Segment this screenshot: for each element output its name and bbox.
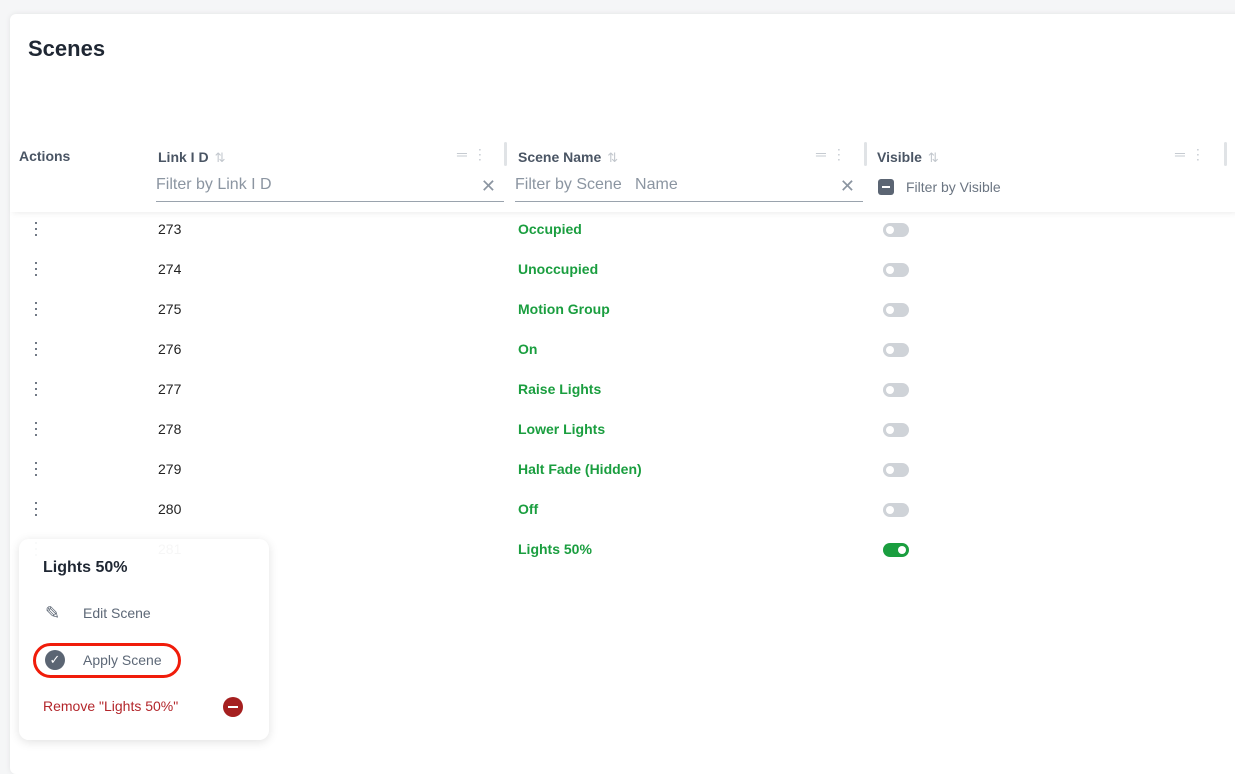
scene-name-link[interactable]: Occupied (518, 221, 582, 237)
column-header-visible[interactable]: Visible ⇅ (877, 149, 939, 166)
table-row: · · · 275 Motion Group (10, 291, 1235, 331)
column-label: Link I D (158, 149, 209, 165)
scene-name-link[interactable]: Off (518, 501, 538, 517)
scene-name-link[interactable]: Halt Fade (Hidden) (518, 461, 642, 477)
link-id-cell: 277 (158, 381, 182, 397)
link-id-cell: 273 (158, 221, 182, 237)
link-id-cell: 274 (158, 261, 182, 277)
visible-toggle[interactable] (883, 543, 909, 557)
column-label: Scene Name (518, 149, 602, 165)
link-id-cell: 278 (158, 421, 182, 437)
scene-name-filter-input[interactable]: Filter by Scene Name ✕ (515, 176, 863, 202)
table-header: Actions Link I D ⇅ ═⋮ Filter by Link I D ✕… (10, 134, 1235, 212)
menu-item-label: Edit Scene (83, 605, 151, 621)
visible-toggle[interactable] (883, 383, 909, 397)
scene-name-link[interactable]: Unoccupied (518, 261, 598, 277)
scene-name-link[interactable]: Raise Lights (518, 381, 601, 397)
column-menu-icon[interactable]: ═⋮ (816, 146, 852, 163)
table-row: · · · 280 Off (10, 491, 1235, 531)
visible-filter-label: Filter by Visible (906, 179, 1001, 195)
remove-scene-menu-item[interactable]: Remove "Lights 50%" (43, 698, 178, 714)
table-row: · · · 278 Lower Lights (10, 411, 1235, 451)
row-actions-kebab-icon[interactable]: ··· (32, 253, 40, 283)
visible-toggle[interactable] (883, 423, 909, 437)
table-row: · · · 279 Halt Fade (Hidden) (10, 451, 1235, 491)
menu-item-label: Apply Scene (83, 652, 162, 668)
visible-toggle[interactable] (883, 303, 909, 317)
page-title: Scenes (28, 36, 106, 61)
column-resize-handle[interactable] (1224, 142, 1227, 166)
scene-name-link[interactable]: Motion Group (518, 301, 610, 317)
visible-toggle[interactable] (883, 263, 909, 277)
pencil-icon: ✎ (45, 603, 61, 623)
clear-filter-icon[interactable]: ✕ (840, 176, 855, 197)
visible-toggle[interactable] (883, 343, 909, 357)
table-row: · · · 276 On (10, 331, 1235, 371)
check-circle-icon: ✓ (45, 650, 65, 670)
table-row: · · · 273 Occupied (10, 211, 1235, 251)
link-id-cell: 275 (158, 301, 182, 317)
row-actions-menu: Lights 50% ✎ Edit Scene ✓ Apply Scene Re… (19, 539, 269, 740)
clear-filter-icon[interactable]: ✕ (481, 176, 496, 197)
link-id-cell: 279 (158, 461, 182, 477)
sort-icon[interactable]: ⇅ (607, 150, 618, 165)
row-actions-kebab-icon[interactable]: ··· (32, 493, 40, 523)
link-id-cell: 280 (158, 501, 182, 517)
column-label: Visible (877, 149, 922, 165)
sort-icon[interactable]: ⇅ (215, 150, 226, 165)
column-header-actions: Actions (19, 148, 71, 164)
link-id-filter-input[interactable]: Filter by Link I D ✕ (156, 176, 504, 202)
table-row: · · · 277 Raise Lights (10, 371, 1235, 411)
scene-name-link[interactable]: Lower Lights (518, 421, 605, 437)
filter-placeholder: Filter by Scene Name (515, 176, 678, 193)
visible-toggle[interactable] (883, 463, 909, 477)
row-actions-kebab-icon[interactable]: ··· (32, 293, 40, 323)
scene-name-link[interactable]: Lights 50% (518, 541, 592, 557)
visible-filter-checkbox[interactable] (878, 179, 894, 195)
link-id-cell: 276 (158, 341, 182, 357)
row-actions-kebab-icon[interactable]: ··· (32, 333, 40, 363)
column-header-scene-name[interactable]: Scene Name ⇅ (518, 149, 618, 166)
table-row: · · · 274 Unoccupied (10, 251, 1235, 291)
scene-name-link[interactable]: On (518, 341, 537, 357)
column-menu-icon[interactable]: ═⋮ (457, 146, 493, 163)
filter-placeholder: Filter by Link I D (156, 176, 272, 193)
row-actions-kebab-icon[interactable]: ··· (32, 373, 40, 403)
column-header-link-id[interactable]: Link I D ⇅ (158, 149, 225, 166)
visible-toggle[interactable] (883, 223, 909, 237)
row-actions-kebab-icon[interactable]: ··· (32, 453, 40, 483)
visible-toggle[interactable] (883, 503, 909, 517)
row-actions-kebab-icon[interactable]: ··· (32, 213, 40, 243)
column-resize-handle[interactable] (504, 142, 507, 166)
row-actions-kebab-icon[interactable]: ··· (32, 413, 40, 443)
sort-icon[interactable]: ⇅ (928, 150, 939, 165)
remove-circle-icon[interactable] (223, 697, 243, 717)
column-resize-handle[interactable] (864, 142, 867, 166)
menu-title: Lights 50% (43, 559, 128, 576)
column-menu-icon[interactable]: ═⋮ (1175, 146, 1211, 163)
